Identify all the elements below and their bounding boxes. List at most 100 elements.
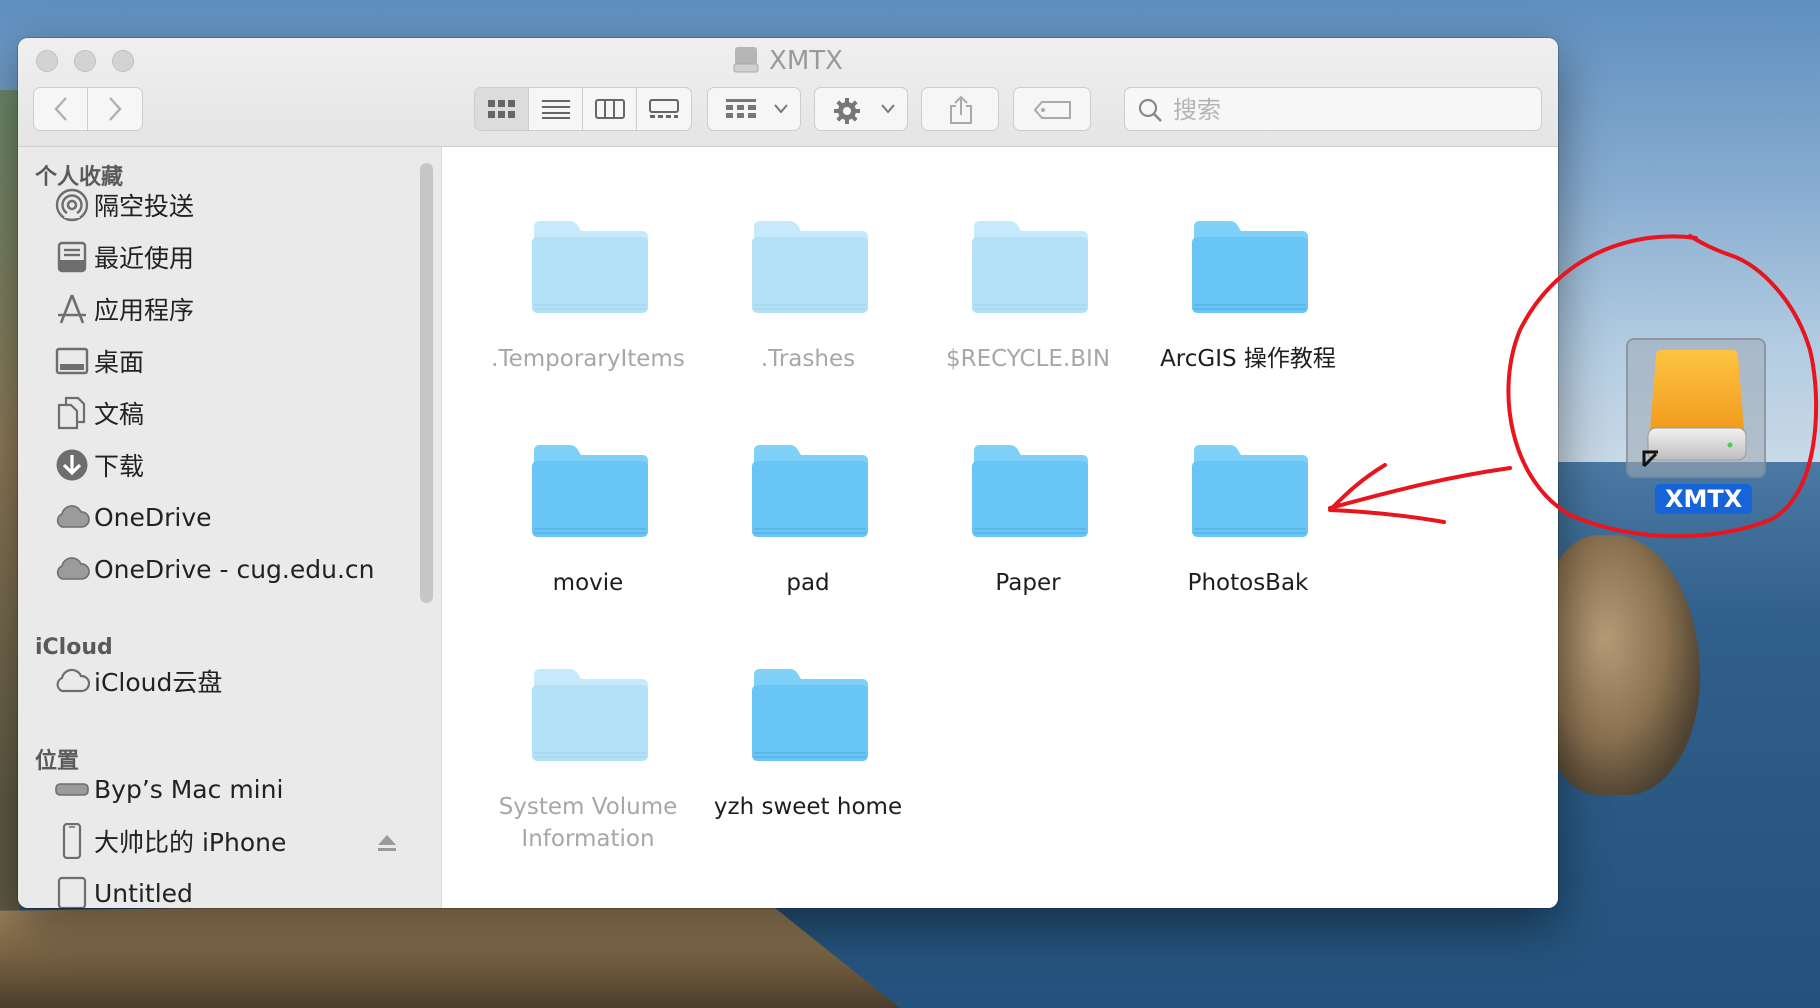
sidebar-item-label: Untitled bbox=[94, 878, 193, 908]
airdrop-icon bbox=[52, 185, 92, 225]
gallery-view-button[interactable] bbox=[637, 88, 691, 130]
sidebar-item-onedrive[interactable]: OneDrive bbox=[52, 495, 412, 539]
folder-item[interactable]: Paper bbox=[928, 441, 1128, 641]
window-title: XMTX bbox=[769, 46, 843, 76]
sidebar-item-applications[interactable]: 应用程序 bbox=[52, 287, 412, 331]
icloud-icon bbox=[52, 661, 92, 701]
group-button[interactable] bbox=[707, 87, 801, 131]
sidebar-item-label: iCloud云盘 bbox=[94, 668, 223, 697]
list-view-button[interactable] bbox=[529, 88, 583, 130]
back-button[interactable] bbox=[34, 88, 88, 130]
folder-name: yzh sweet home bbox=[713, 794, 903, 820]
desktop-drive-item[interactable] bbox=[1626, 338, 1766, 478]
column-view-icon bbox=[594, 99, 625, 119]
cloud-icon bbox=[52, 497, 92, 537]
desktop-cliff-left bbox=[0, 90, 20, 990]
iphone-icon bbox=[52, 821, 92, 861]
sidebar-item-untitled[interactable]: Untitled bbox=[52, 871, 412, 908]
sidebar-item-label: OneDrive - cug.edu.cn bbox=[94, 554, 375, 584]
folder-icon bbox=[972, 221, 1088, 313]
chevron-down-icon bbox=[881, 104, 895, 114]
eject-icon[interactable] bbox=[376, 834, 398, 852]
share-icon bbox=[950, 95, 972, 124]
folder-icon bbox=[1192, 445, 1308, 537]
tag-button[interactable] bbox=[1013, 87, 1091, 131]
group-grid-icon bbox=[726, 99, 756, 118]
folder-icon bbox=[752, 669, 868, 761]
sidebar-item-onedrive-cug[interactable]: OneDrive - cug.edu.cn bbox=[52, 547, 412, 591]
search-icon bbox=[1138, 98, 1162, 122]
gear-icon bbox=[834, 98, 860, 124]
cloud-icon bbox=[52, 549, 92, 589]
folder-item[interactable]: yzh sweet home bbox=[708, 665, 908, 865]
sidebar-item-mac-mini[interactable]: Byp’s Mac mini bbox=[52, 767, 412, 811]
documents-icon bbox=[52, 393, 92, 433]
search-input[interactable] bbox=[1171, 94, 1535, 126]
share-button[interactable] bbox=[921, 87, 999, 131]
sidebar-item-label: Byp’s Mac mini bbox=[94, 774, 284, 804]
sidebar-item-label: 最近使用 bbox=[94, 244, 195, 273]
external-drive-icon bbox=[733, 47, 759, 73]
gallery-view-icon bbox=[649, 99, 679, 118]
external-drive-icon bbox=[1642, 350, 1747, 468]
sidebar-item-label: 文稿 bbox=[94, 400, 145, 429]
desktop-drive-label[interactable]: XMTX bbox=[1655, 484, 1753, 514]
sidebar-item-airdrop[interactable]: 隔空投送 bbox=[52, 183, 412, 227]
folder-item[interactable]: $RECYCLE.BIN bbox=[928, 217, 1128, 417]
folder-name: $RECYCLE.BIN bbox=[945, 346, 1111, 372]
folder-item[interactable]: movie bbox=[488, 441, 688, 641]
sidebar-item-desktop[interactable]: 桌面 bbox=[52, 339, 412, 383]
sidebar: 个人收藏 隔空投送 最近使用 应用程序 桌面 文稿 下载 OneDrive On… bbox=[18, 147, 442, 908]
disk-icon bbox=[52, 873, 92, 908]
folder-name: .TemporaryItems bbox=[491, 346, 685, 372]
sidebar-item-documents[interactable]: 文稿 bbox=[52, 391, 412, 435]
folder-icon bbox=[1192, 221, 1308, 313]
view-mode-control bbox=[474, 87, 692, 131]
folder-item[interactable]: System Volume Information bbox=[488, 665, 688, 865]
downloads-icon bbox=[52, 445, 92, 485]
folder-icon bbox=[532, 445, 648, 537]
sidebar-heading-icloud: iCloud bbox=[35, 635, 113, 660]
recents-icon bbox=[52, 237, 92, 277]
nav-buttons bbox=[33, 87, 143, 131]
titlebar: XMTX bbox=[18, 38, 1558, 147]
folder-icon bbox=[532, 669, 648, 761]
folder-icon bbox=[532, 221, 648, 313]
folder-name: pad bbox=[786, 570, 830, 596]
action-button[interactable] bbox=[814, 87, 908, 131]
desktop-cliff-bottom bbox=[0, 900, 900, 1008]
tag-icon bbox=[1034, 101, 1071, 119]
icon-view-icon bbox=[487, 100, 515, 118]
folder-item[interactable]: pad bbox=[708, 441, 908, 641]
sidebar-item-recents[interactable]: 最近使用 bbox=[52, 235, 412, 279]
sidebar-item-iphone[interactable]: 大帅比的 iPhone bbox=[52, 819, 412, 863]
mac-mini-icon bbox=[52, 769, 92, 809]
folder-item[interactable]: ArcGIS 操作教程 bbox=[1148, 217, 1348, 417]
folder-item[interactable]: .TemporaryItems bbox=[488, 217, 688, 417]
chevron-left-icon bbox=[53, 97, 67, 121]
folder-icon bbox=[972, 445, 1088, 537]
forward-button[interactable] bbox=[88, 88, 142, 130]
sidebar-item-icloud-drive[interactable]: iCloud云盘 bbox=[52, 659, 412, 703]
folder-name: movie bbox=[552, 570, 624, 596]
search-field[interactable] bbox=[1124, 87, 1542, 131]
folder-icon bbox=[752, 445, 868, 537]
sidebar-item-label: 大帅比的 iPhone bbox=[94, 828, 287, 857]
folder-item[interactable]: PhotosBak bbox=[1148, 441, 1348, 641]
folder-name: PhotosBak bbox=[1187, 570, 1309, 596]
applications-icon bbox=[52, 289, 92, 329]
folder-name: System Volume Information bbox=[498, 794, 678, 852]
icon-view-button[interactable] bbox=[475, 88, 529, 130]
desktop-icon bbox=[52, 341, 92, 381]
sidebar-item-label: 下载 bbox=[94, 452, 145, 481]
folder-icon bbox=[752, 221, 868, 313]
chevron-down-icon bbox=[774, 104, 788, 114]
folder-item[interactable]: .Trashes bbox=[708, 217, 908, 417]
folder-name: Paper bbox=[995, 570, 1061, 596]
column-view-button[interactable] bbox=[583, 88, 637, 130]
sidebar-scrollbar[interactable] bbox=[420, 163, 433, 603]
sidebar-item-label: 隔空投送 bbox=[94, 192, 195, 221]
sidebar-item-label: OneDrive bbox=[94, 502, 212, 532]
folder-name: ArcGIS 操作教程 bbox=[1160, 346, 1336, 372]
sidebar-item-downloads[interactable]: 下载 bbox=[52, 443, 412, 487]
